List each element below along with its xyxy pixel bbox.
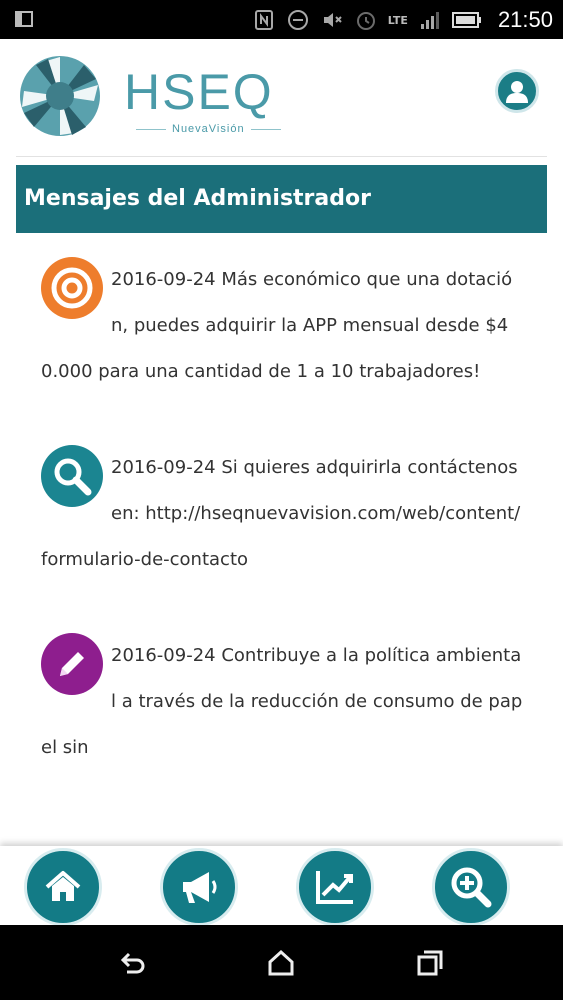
network-label: LTE: [387, 13, 408, 27]
battery-icon: [451, 12, 481, 28]
home-system-button[interactable]: [265, 947, 297, 979]
target-icon: [41, 257, 103, 319]
messages-list: 2016-09-24 Más económico que una dotació…: [0, 233, 563, 771]
profile-button[interactable]: [495, 69, 539, 113]
app-screen: HSEQ NuevaVisión Mensajes del Administra…: [0, 39, 563, 925]
message-item: 2016-09-24 Si quieres adquirirla contáct…: [41, 445, 523, 583]
screen-icon: [15, 11, 33, 27]
status-bar: LTE 21:50: [0, 0, 563, 39]
alarm-icon: [356, 12, 375, 30]
brand-subtitle: NuevaVisión: [130, 123, 287, 135]
section-title: Mensajes del Administrador: [16, 165, 547, 233]
message-text: 2016-09-24 Si quieres adquirirla contáct…: [41, 457, 521, 570]
mute-icon: [323, 13, 342, 27]
announcements-button[interactable]: [160, 848, 238, 925]
search-icon: [41, 445, 103, 507]
zoom-in-icon: [451, 867, 492, 908]
user-icon: [506, 81, 528, 103]
dnd-icon: [287, 10, 308, 30]
statistics-button[interactable]: [296, 848, 374, 925]
chart-icon: [316, 871, 353, 904]
nfc-icon: [254, 10, 273, 30]
message-text: 2016-09-24 Más económico que una dotació…: [41, 269, 513, 382]
home-icon: [45, 871, 81, 901]
bottom-nav: [0, 846, 563, 925]
recents-icon: [417, 950, 443, 976]
signal-icon: [420, 12, 439, 29]
megaphone-icon: [183, 872, 217, 903]
pencil-icon: [41, 633, 103, 695]
home-button[interactable]: [24, 848, 102, 925]
system-nav-bar: [0, 925, 563, 1000]
status-time: 21:50: [497, 7, 553, 32]
brand-title: HSEQ: [124, 64, 274, 120]
message-item: 2016-09-24 Contribuye a la política ambi…: [41, 633, 523, 771]
back-button[interactable]: [116, 947, 148, 979]
shutter-logo-icon: [20, 56, 100, 136]
search-button[interactable]: [432, 848, 510, 925]
back-icon: [120, 952, 145, 974]
app-header: HSEQ NuevaVisión: [16, 39, 547, 157]
message-item: 2016-09-24 Más económico que una dotació…: [41, 257, 523, 395]
recents-button[interactable]: [414, 947, 446, 979]
home-outline-icon: [268, 949, 294, 976]
message-text: 2016-09-24 Contribuye a la política ambi…: [41, 645, 523, 758]
